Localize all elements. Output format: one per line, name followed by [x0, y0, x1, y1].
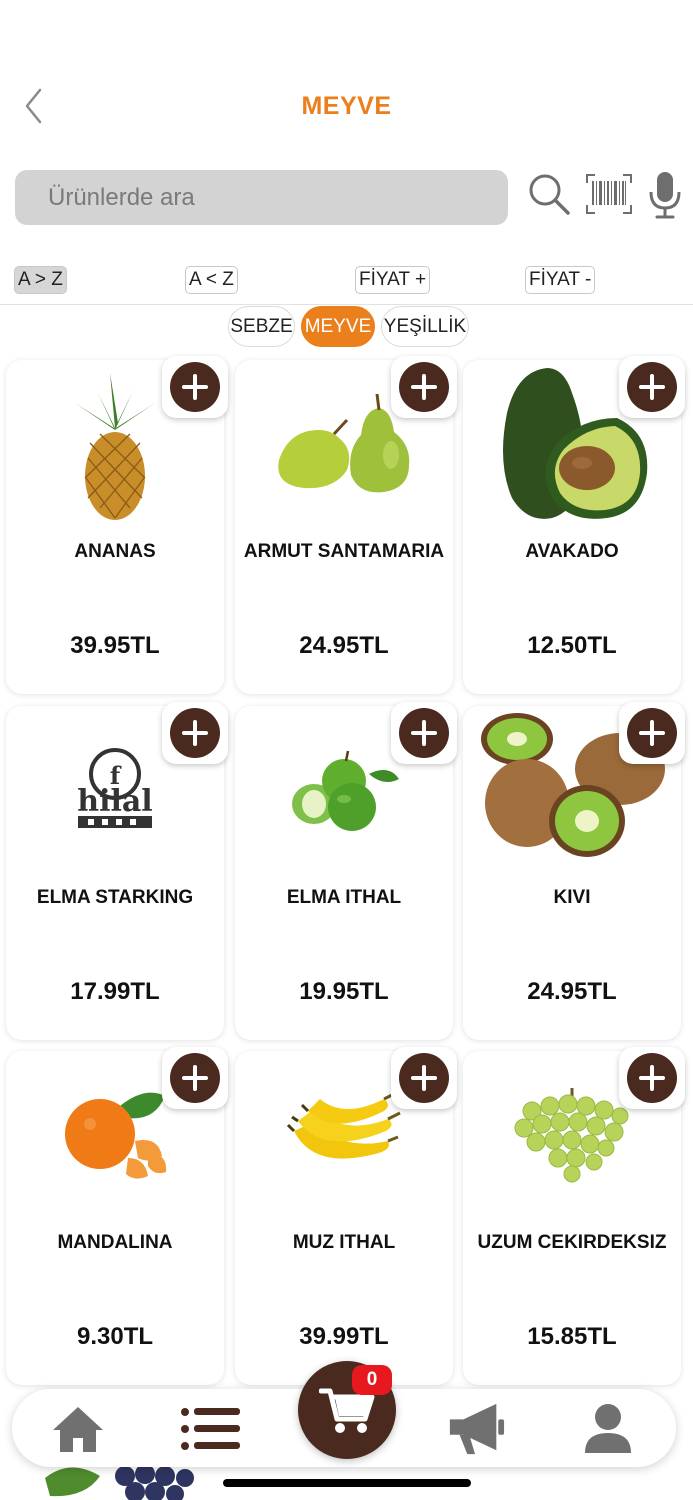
- home-indicator: [223, 1479, 471, 1487]
- product-card[interactable]: KIVI 24.95TL: [463, 702, 685, 1040]
- product-name: KIVI: [553, 887, 591, 908]
- list-icon: [181, 1408, 240, 1450]
- product-name: ARMUT SANTAMARIA: [243, 541, 445, 562]
- product-name: MUZ ITHAL: [292, 1232, 396, 1253]
- search-input[interactable]: [15, 170, 508, 225]
- plus-icon: [182, 720, 208, 746]
- plus-icon: [411, 720, 437, 746]
- sort-price-desc-button[interactable]: FİYAT -: [525, 266, 596, 294]
- logo-text: hilal: [77, 784, 152, 819]
- divider: [0, 304, 693, 305]
- sort-z-a-button[interactable]: A < Z: [185, 266, 238, 294]
- tab-meyve[interactable]: MEYVE: [301, 306, 375, 347]
- header: MEYVE: [0, 0, 693, 150]
- product-name: AVAKADO: [525, 541, 619, 562]
- product-card[interactable]: ELMA ITHAL 19.95TL: [235, 702, 457, 1040]
- add-to-cart-button[interactable]: [391, 1047, 457, 1109]
- product-name: MANDALINA: [57, 1232, 173, 1253]
- cart-count-badge: 0: [352, 1365, 392, 1395]
- tab-sebze[interactable]: SEBZE: [228, 306, 295, 347]
- home-icon: [53, 1407, 103, 1452]
- add-to-cart-button[interactable]: [391, 702, 457, 764]
- tab-yesillik[interactable]: YEŞİLLİK: [381, 306, 469, 347]
- product-card[interactable]: AVAKADO 12.50TL: [463, 356, 685, 694]
- category-tabs: SEBZE MEYVE YEŞİLLİK: [0, 306, 693, 348]
- plus-icon: [639, 374, 665, 400]
- add-to-cart-button[interactable]: [162, 356, 228, 418]
- product-price: 19.95TL: [299, 978, 389, 1005]
- product-price: 39.95TL: [70, 632, 160, 659]
- microphone-icon[interactable]: [647, 170, 683, 220]
- search-bar: [15, 170, 685, 226]
- plus-icon: [639, 720, 665, 746]
- sort-options: A > Z A < Z FİYAT + FİYAT -: [0, 266, 693, 296]
- product-price: 39.99TL: [299, 1323, 389, 1350]
- product-card[interactable]: UZUM CEKIRDEKSIZ 15.85TL: [463, 1047, 685, 1385]
- add-to-cart-button[interactable]: [162, 1047, 228, 1109]
- tab-profile[interactable]: [578, 1401, 638, 1457]
- product-price: 9.30TL: [76, 1323, 154, 1350]
- plus-icon: [411, 1065, 437, 1091]
- tab-campaigns[interactable]: [446, 1401, 506, 1457]
- plus-icon: [639, 1065, 665, 1091]
- add-to-cart-button[interactable]: [619, 356, 685, 418]
- sort-price-asc-button[interactable]: FİYAT +: [355, 266, 431, 294]
- add-to-cart-button[interactable]: [619, 1047, 685, 1109]
- product-price: 24.95TL: [527, 978, 617, 1005]
- plus-icon: [182, 1065, 208, 1091]
- search-icon[interactable]: [527, 172, 571, 216]
- product-card[interactable]: ANANAS 39.95TL: [6, 356, 228, 694]
- add-to-cart-button[interactable]: [619, 702, 685, 764]
- product-name: ELMA STARKING: [36, 887, 194, 908]
- product-name: UZUM CEKIRDEKSIZ: [477, 1232, 667, 1253]
- add-to-cart-button[interactable]: [391, 356, 457, 418]
- product-price: 12.50TL: [527, 632, 617, 659]
- product-price: 24.95TL: [299, 632, 389, 659]
- tab-list[interactable]: [180, 1401, 240, 1457]
- product-card[interactable]: f hilal ELMA STARKING 17.99TL: [6, 702, 228, 1040]
- product-price: 17.99TL: [70, 978, 160, 1005]
- product-card[interactable]: ARMUT SANTAMARIA 24.95TL: [235, 356, 457, 694]
- page-title: MEYVE: [301, 92, 392, 120]
- product-card[interactable]: MUZ ITHAL 39.99TL: [235, 1047, 457, 1385]
- user-icon: [585, 1404, 631, 1453]
- product-name: ANANAS: [74, 541, 156, 562]
- barcode-scan-icon[interactable]: [585, 173, 633, 215]
- tab-home[interactable]: [48, 1401, 108, 1457]
- plus-icon: [182, 374, 208, 400]
- product-price: 15.85TL: [527, 1323, 617, 1350]
- product-name: ELMA ITHAL: [286, 887, 402, 908]
- megaphone-icon: [449, 1403, 505, 1455]
- add-to-cart-button[interactable]: [162, 702, 228, 764]
- product-card[interactable]: MANDALINA 9.30TL: [6, 1047, 228, 1385]
- sort-a-z-button[interactable]: A > Z: [14, 266, 67, 294]
- plus-icon: [411, 374, 437, 400]
